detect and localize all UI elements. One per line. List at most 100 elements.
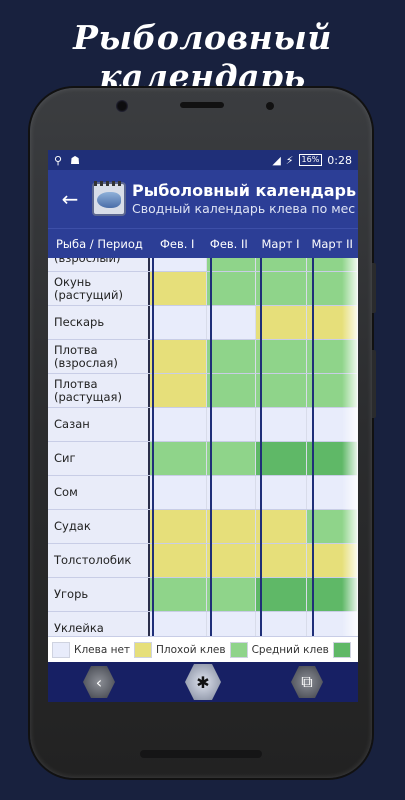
rating-cell[interactable]: [150, 578, 207, 611]
rating-cell[interactable]: [150, 510, 207, 543]
sensor: [266, 102, 274, 110]
rating-cell[interactable]: [256, 374, 308, 407]
fish-name: (взрослый): [48, 258, 151, 271]
rating-cell[interactable]: [256, 272, 308, 305]
rating-cell[interactable]: [307, 612, 358, 636]
rating-cell[interactable]: [307, 544, 358, 577]
usb-icon: ⚲: [54, 153, 63, 167]
rating-cell[interactable]: [206, 408, 257, 441]
header-period[interactable]: Март II: [306, 237, 358, 251]
rating-cell[interactable]: [256, 510, 308, 543]
header-period[interactable]: Фев. II: [203, 237, 255, 251]
fish-name: Пескарь: [48, 306, 151, 339]
bug-icon: ☗: [70, 153, 80, 167]
rating-cell[interactable]: [256, 306, 308, 339]
nav-back-button[interactable]: ‹: [83, 666, 115, 698]
rating-cell[interactable]: [307, 510, 358, 543]
rating-cell[interactable]: [150, 306, 207, 339]
rating-cell[interactable]: [206, 544, 257, 577]
rating-cell[interactable]: [256, 408, 308, 441]
legend-swatch: [229, 641, 248, 658]
rating-cell[interactable]: [307, 258, 358, 271]
rating-cell[interactable]: [150, 476, 207, 509]
calendar-grid[interactable]: (взрослый) Окунь (растущий) Пескарь Плотва …: [48, 258, 358, 636]
rating-cell[interactable]: [307, 272, 358, 305]
fish-name: Плотва (растущая): [48, 374, 151, 407]
spider-icon: ✱: [196, 672, 210, 692]
rating-cell[interactable]: [307, 578, 358, 611]
rating-cell[interactable]: [307, 340, 358, 373]
arrow-left-icon: ←: [61, 187, 79, 211]
rating-cell[interactable]: [150, 374, 207, 407]
rating-cell[interactable]: [206, 340, 257, 373]
rating-cell[interactable]: [150, 612, 207, 636]
rating-cell[interactable]: [206, 578, 257, 611]
rating-cell[interactable]: [256, 544, 308, 577]
app-bar: ← Рыболовный календарь Сводный календарь…: [48, 170, 358, 228]
app-title: Рыболовный календарь: [132, 181, 357, 200]
promo-title: Рыболовный календарь: [73, 18, 332, 96]
rating-cell[interactable]: [150, 408, 207, 441]
rating-cell[interactable]: [256, 578, 308, 611]
screen: ⚲ ☗ ◢ ⚡ 16% 0:28 ← Рыболовный календарь …: [48, 150, 358, 702]
rating-cell[interactable]: [256, 612, 308, 636]
rating-cell[interactable]: [307, 306, 358, 339]
rating-cell[interactable]: [206, 272, 257, 305]
recent-apps-icon: ⧉: [301, 672, 313, 691]
rating-cell[interactable]: [307, 476, 358, 509]
legend-item: Плохой клев: [134, 641, 226, 658]
divider-line: [152, 258, 154, 636]
chevron-left-icon: ‹: [95, 672, 103, 692]
legend-label: Плохой клев: [156, 643, 226, 656]
rating-cell[interactable]: [150, 442, 207, 475]
bottom-speaker: [140, 750, 262, 758]
legend-swatch: [134, 641, 153, 658]
rating-cell[interactable]: [150, 544, 207, 577]
signal-icon: ◢: [272, 153, 281, 167]
rating-cell[interactable]: [256, 340, 308, 373]
header-period[interactable]: Фев. I: [151, 237, 203, 251]
rating-cell[interactable]: [150, 272, 207, 305]
fish-name: Окунь (растущий): [48, 272, 151, 305]
volume-button: [372, 350, 376, 418]
rating-cell[interactable]: [256, 258, 308, 271]
rating-cell[interactable]: [206, 306, 257, 339]
clock: 0:28: [327, 153, 352, 167]
header-period[interactable]: Март I: [255, 237, 307, 251]
legend: Клева нет Плохой клев Средний клев: [48, 636, 358, 662]
rating-cell[interactable]: [307, 408, 358, 441]
app-subtitle: Сводный календарь клева по мес: [132, 201, 356, 216]
navigation-bar: ‹ ✱ ⧉: [48, 662, 358, 702]
rating-cell[interactable]: [307, 442, 358, 475]
divider-line: [312, 258, 314, 636]
camera-icon: [116, 100, 128, 112]
rating-cell[interactable]: [150, 258, 207, 271]
charging-icon: ⚡: [285, 153, 294, 167]
fish-name: Сиг: [48, 442, 151, 475]
battery-indicator: 16%: [298, 154, 323, 166]
rating-cell[interactable]: [206, 258, 257, 271]
legend-item: Клева нет: [52, 641, 131, 658]
nav-recent-button[interactable]: ⧉: [291, 666, 323, 698]
divider-line: [260, 258, 262, 636]
legend-label: Клева нет: [74, 643, 131, 656]
rating-cell[interactable]: [206, 442, 257, 475]
rating-cell[interactable]: [256, 442, 308, 475]
rating-cell[interactable]: [206, 476, 257, 509]
legend-swatch: [332, 641, 351, 658]
rating-cell[interactable]: [307, 374, 358, 407]
rating-cell[interactable]: [206, 510, 257, 543]
earpiece: [180, 102, 224, 108]
rating-cell[interactable]: [206, 612, 257, 636]
header-fish-period: Рыба / Период: [56, 236, 143, 251]
fish-name: Плотва (взрослая): [48, 340, 151, 373]
nav-home-button[interactable]: ✱: [185, 664, 221, 700]
back-button[interactable]: ←: [48, 170, 92, 228]
rating-cell[interactable]: [150, 340, 207, 373]
legend-label: Средний клев: [251, 643, 329, 656]
rating-cell[interactable]: [256, 476, 308, 509]
rating-cell[interactable]: [206, 374, 257, 407]
divider-line: [210, 258, 212, 636]
legend-swatch: [52, 641, 70, 658]
fish-name: Уклейка: [48, 612, 151, 636]
